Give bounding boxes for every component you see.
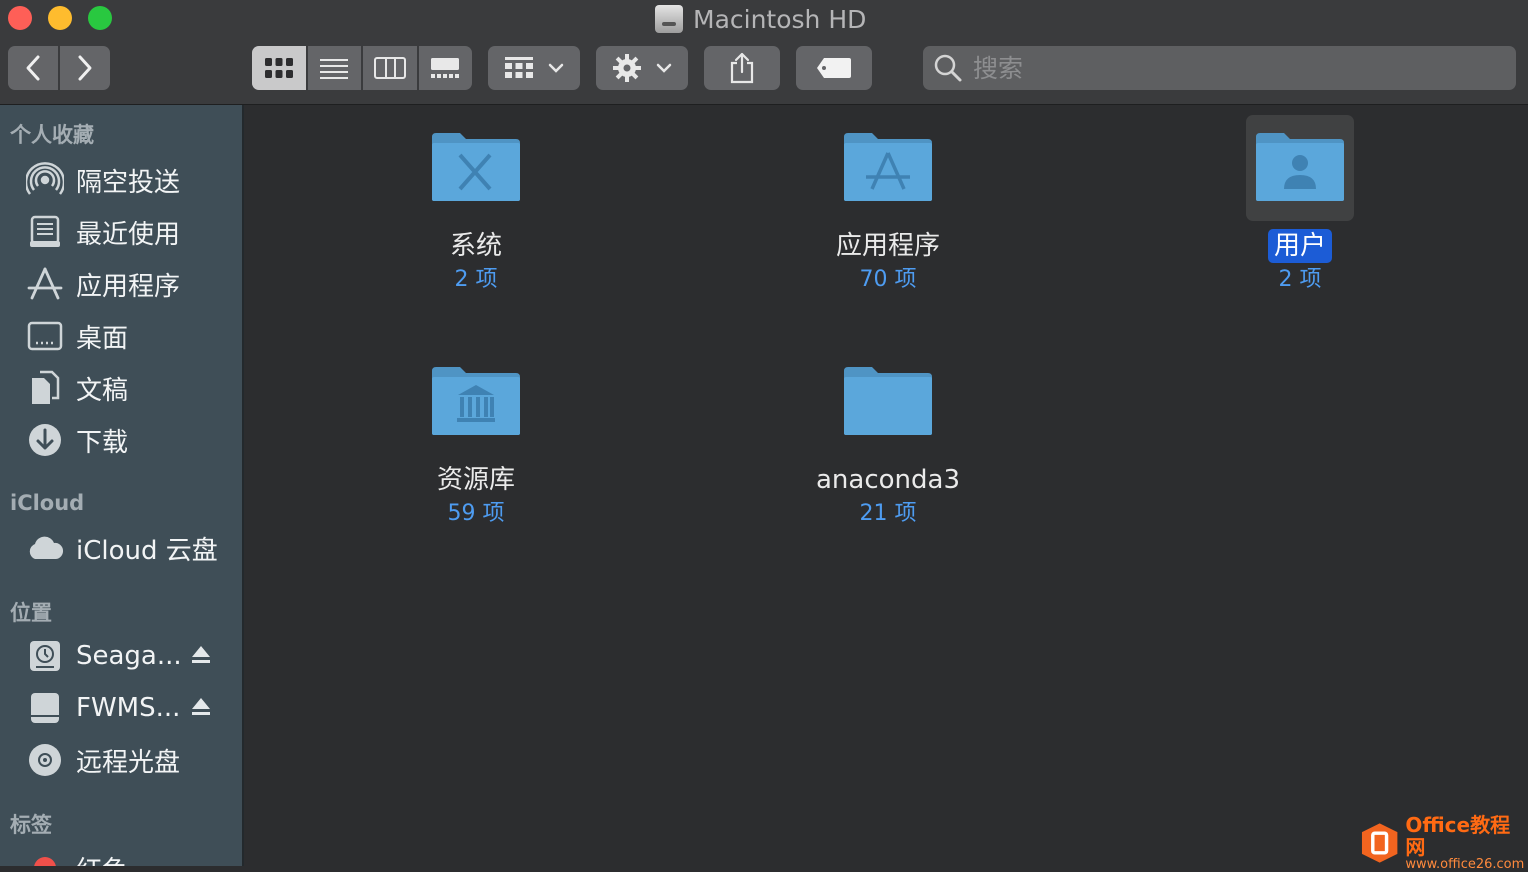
folder-item-users[interactable]: 用户 2 项 — [1180, 131, 1420, 295]
sidebar-item-label: 文稿 — [76, 375, 129, 406]
folder-item-anaconda3[interactable]: anaconda3 21 项 — [768, 365, 1008, 529]
gallery-view-button[interactable] — [416, 46, 473, 90]
sidebar-item-label: 红色 — [76, 850, 128, 867]
red-tag-dot-icon — [26, 849, 64, 866]
remote-disc-icon — [26, 741, 64, 779]
sidebar-item-label: 远程光盘 — [76, 747, 181, 778]
sidebar-item-applications[interactable]: 应用程序 — [0, 261, 240, 307]
sidebar-item-tag-red[interactable]: 红色 — [0, 845, 240, 866]
documents-icon — [26, 369, 64, 407]
search-icon — [934, 54, 962, 82]
sidebar-item-label: 桌面 — [76, 323, 129, 354]
share-icon — [730, 52, 754, 84]
tag-icon — [817, 58, 851, 78]
folder-item-system[interactable]: 系统 2 项 — [356, 131, 596, 295]
search-field[interactable] — [923, 46, 1516, 90]
list-view-button[interactable] — [305, 46, 362, 90]
sidebar-item-label: 隔空投送 — [76, 167, 181, 198]
sidebar-item-label: 最近使用 — [76, 219, 181, 250]
sidebar-item-documents[interactable]: 文稿 — [0, 365, 240, 411]
sidebar-item-seagate[interactable]: Seaga... — [0, 633, 240, 679]
sidebar-item-desktop[interactable]: 桌面 — [0, 313, 240, 359]
item-count: 59 项 — [447, 501, 505, 526]
desktop-icon — [26, 317, 64, 355]
chevron-down-icon — [548, 63, 564, 73]
item-count: 2 项 — [1278, 267, 1322, 292]
column-view-button[interactable] — [361, 46, 417, 90]
action-menu-button[interactable] — [596, 46, 688, 90]
eject-icon[interactable] — [190, 643, 212, 667]
sidebar-item-downloads[interactable]: 下载 — [0, 417, 240, 463]
applications-icon — [26, 265, 64, 303]
forward-button[interactable] — [58, 46, 110, 90]
users-folder-icon — [1254, 131, 1346, 203]
item-name: 资源库 — [436, 465, 515, 495]
gear-icon — [613, 54, 641, 82]
window-title-text: Macintosh HD — [693, 4, 867, 34]
close-window-button[interactable] — [8, 6, 32, 30]
folder-item-applications[interactable]: 应用程序 70 项 — [768, 131, 1008, 295]
sidebar-item-icloud-drive[interactable]: iCloud 云盘 — [0, 525, 240, 571]
icon-view-icon — [264, 58, 293, 78]
tag-button[interactable] — [796, 46, 872, 90]
sidebar-item-label: Seaga... — [76, 641, 182, 671]
zoom-window-button[interactable] — [88, 6, 112, 30]
gallery-view-icon — [431, 58, 460, 78]
sidebar-item-label: FWMS... — [76, 693, 181, 723]
share-button[interactable] — [704, 46, 780, 90]
folder-icon — [842, 365, 934, 437]
airdrop-icon — [26, 161, 64, 199]
chevron-down-icon — [656, 63, 672, 73]
icloud-header: iCloud — [10, 491, 85, 515]
window-title: Macintosh HD — [655, 2, 866, 36]
hard-disk-icon — [655, 5, 683, 33]
eject-icon[interactable] — [190, 695, 212, 719]
cloud-icon — [26, 529, 64, 567]
sidebar-item-label: 下载 — [76, 427, 129, 458]
group-by-button[interactable] — [488, 46, 580, 90]
item-count: 2 项 — [454, 267, 498, 292]
item-count: 70 项 — [859, 267, 917, 292]
search-input[interactable] — [971, 52, 1495, 84]
window-toolbar: Macintosh HD — [0, 0, 1528, 105]
sidebar-item-label: iCloud 云盘 — [76, 535, 218, 566]
sidebar-item-remote-disc[interactable]: 远程光盘 — [0, 737, 240, 783]
sidebar-item-label: 应用程序 — [76, 271, 181, 302]
watermark-title: Office教程网 — [1405, 813, 1511, 859]
external-disk-icon — [26, 689, 64, 727]
file-browser-content: 系统 2 项 应用程序 70 项 用户 2 项 资源库 59 项 anacond… — [244, 105, 1528, 866]
office-logo-icon — [1361, 823, 1398, 863]
sidebar-item-recents[interactable]: 最近使用 — [0, 209, 240, 255]
sidebar: 个人收藏 隔空投送 最近使用 应用程序 桌面 文稿 下载 iCloud iClo… — [0, 105, 244, 866]
icon-view-button[interactable] — [252, 46, 306, 90]
minimize-window-button[interactable] — [48, 6, 72, 30]
item-name: 系统 — [449, 231, 502, 261]
time-machine-disk-icon — [26, 637, 64, 675]
applications-folder-icon — [842, 131, 934, 203]
group-grid-icon — [505, 57, 533, 78]
column-view-icon — [373, 57, 406, 79]
item-name: anaconda3 — [815, 465, 960, 495]
locations-header: 位置 — [10, 601, 52, 625]
sidebar-item-airdrop[interactable]: 隔空投送 — [0, 157, 240, 203]
view-mode-switcher — [252, 46, 472, 90]
navigation-buttons — [8, 46, 110, 90]
item-count: 21 项 — [859, 501, 917, 526]
sidebar-item-fwms[interactable]: FWMS... — [0, 685, 240, 731]
favorites-header: 个人收藏 — [10, 123, 94, 147]
watermark: Office教程网 www.office26.com — [1360, 814, 1528, 872]
folder-item-library[interactable]: 资源库 59 项 — [356, 365, 596, 529]
downloads-icon — [26, 421, 64, 459]
back-button[interactable] — [8, 46, 58, 90]
library-folder-icon — [430, 365, 522, 437]
item-name: 应用程序 — [835, 231, 940, 261]
list-view-icon — [320, 59, 349, 79]
system-folder-icon — [430, 131, 522, 203]
item-name: 用户 — [1267, 229, 1332, 263]
chevron-right-icon — [78, 55, 92, 81]
chevron-left-icon — [26, 55, 40, 81]
watermark-url: www.office26.com — [1405, 857, 1525, 872]
recents-icon — [26, 213, 64, 251]
tags-header: 标签 — [10, 813, 52, 837]
